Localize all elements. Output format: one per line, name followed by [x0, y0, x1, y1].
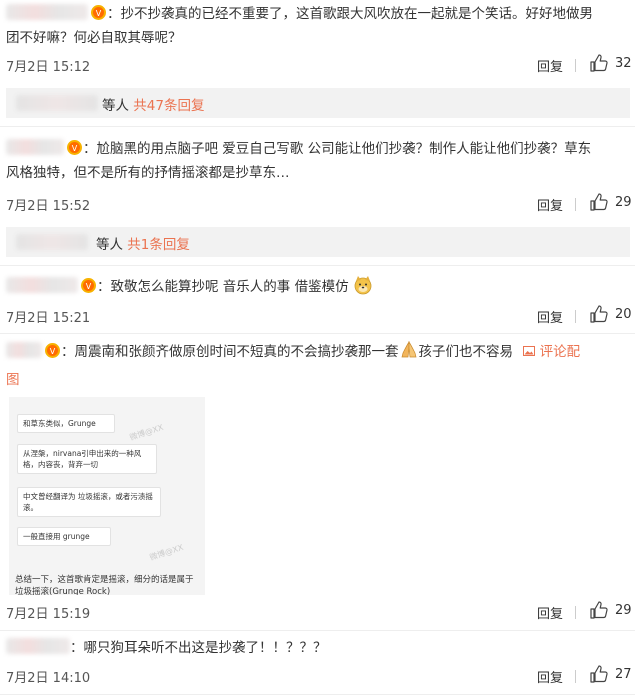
comment-text: V ：周震南和张颜齐做原创时间不短真的不会搞抄袭那一套 孩子们也不容易 评论配 图	[6, 340, 621, 392]
comment-meta: 7月2日 15:52 回复 29	[0, 192, 635, 216]
comment-date: 7月2日 15:19	[6, 607, 91, 622]
divider	[575, 606, 576, 619]
divider	[575, 310, 576, 323]
report-image-link[interactable]: 评论配	[523, 344, 580, 360]
username[interactable]	[6, 342, 42, 358]
divider	[575, 670, 576, 683]
like-count: 29	[615, 195, 632, 210]
image-message-bubble: 和草东类似，Grunge	[17, 414, 115, 433]
verified-badge-icon: V	[44, 342, 61, 359]
divider	[0, 126, 635, 127]
report-image-link-tail[interactable]: 图	[6, 372, 20, 388]
comment-text: V ：尬脑黑的用点脑子吧 爱豆自己写歌 公司能让他们抄袭？制作人能让他们抄袭？草东…	[6, 139, 592, 181]
image-message-bubble: 从涅槃，nirvana引申出来的一种风格，内容丧，背弃一切	[17, 444, 157, 474]
thumbs-up-icon[interactable]	[589, 53, 611, 73]
like-count: 20	[615, 307, 632, 322]
comment-meta: 7月2日 14:10 回复 27	[0, 664, 635, 688]
like-count: 27	[615, 667, 632, 682]
subreply-username[interactable]	[16, 95, 98, 111]
reply-button[interactable]: 回复	[537, 56, 563, 75]
comment-text: V ：抄不抄袭真的已经不重要了，这首歌跟大风吹放在一起就是个笑话。好好地做男 团不…	[6, 4, 593, 46]
divider	[0, 333, 635, 334]
svg-text:V: V	[50, 347, 56, 356]
subreply-count-link[interactable]: 共47条回复	[133, 98, 204, 114]
svg-text:V: V	[72, 144, 78, 153]
username[interactable]	[6, 638, 70, 654]
like-count: 32	[615, 56, 632, 71]
divider	[0, 694, 635, 695]
comment-date: 7月2日 15:12	[6, 60, 91, 75]
username[interactable]	[6, 4, 88, 20]
subreply-summary[interactable]: 等人 共47条回复	[6, 88, 630, 118]
thumbs-up-icon[interactable]	[589, 664, 611, 684]
svg-text:V: V	[86, 282, 92, 291]
reply-button[interactable]: 回复	[537, 195, 563, 214]
reply-button[interactable]: 回复	[537, 603, 563, 622]
divider	[0, 630, 635, 631]
comment-date: 7月2日 14:10	[6, 671, 91, 686]
comment-date: 7月2日 15:21	[6, 311, 91, 326]
divider	[575, 59, 576, 72]
reply-button[interactable]: 回复	[537, 667, 563, 686]
username[interactable]	[6, 277, 78, 293]
image-icon	[523, 346, 536, 356]
comment-date: 7月2日 15:52	[6, 199, 91, 214]
comment-meta: 7月2日 15:12 回复 32	[0, 53, 635, 77]
thumbs-up-icon[interactable]	[589, 192, 611, 212]
thumbs-up-icon[interactable]	[589, 600, 611, 620]
comment-text: ：哪只狗耳朵听不出这是抄袭了！！？？？	[6, 636, 621, 660]
comment-meta: 7月2日 15:19 回复 29	[0, 600, 635, 624]
subreply-summary[interactable]: 等人 共1条回复	[6, 227, 630, 257]
like-count: 29	[615, 603, 632, 618]
comment-text: V ：致敬怎么能算抄呢 音乐人的事 借鉴模仿	[6, 275, 621, 303]
thumbs-up-icon[interactable]	[589, 304, 611, 324]
reply-button[interactable]: 回复	[537, 307, 563, 326]
verified-badge-icon: V	[90, 4, 107, 21]
comment-meta: 7月2日 15:21 回复 20	[0, 304, 635, 328]
svg-text:V: V	[96, 9, 102, 18]
divider	[0, 265, 635, 266]
username[interactable]	[6, 139, 64, 155]
comment-image[interactable]: 微博@XX 微博@XX 微博@XX 和草东类似，Grunge 从涅槃，nirva…	[9, 397, 205, 595]
verified-badge-icon: V	[66, 139, 83, 156]
image-message-bubble: 中文曾经翻译为 垃圾摇滚，或者污渍摇滚。	[17, 487, 161, 517]
subreply-count-link[interactable]: 共1条回复	[127, 237, 190, 253]
subreply-username[interactable]	[16, 234, 88, 250]
doge-emoji-icon	[353, 275, 373, 303]
verified-badge-icon: V	[80, 277, 97, 294]
image-summary-text: 总结一下，这首歌肯定是摇滚，细分的话是属于垃圾摇滚(Grunge Rock)	[15, 575, 194, 595]
image-message-bubble: 一般直接用 grunge	[17, 527, 111, 546]
pray-hands-emoji-icon	[399, 340, 419, 368]
divider	[575, 198, 576, 211]
